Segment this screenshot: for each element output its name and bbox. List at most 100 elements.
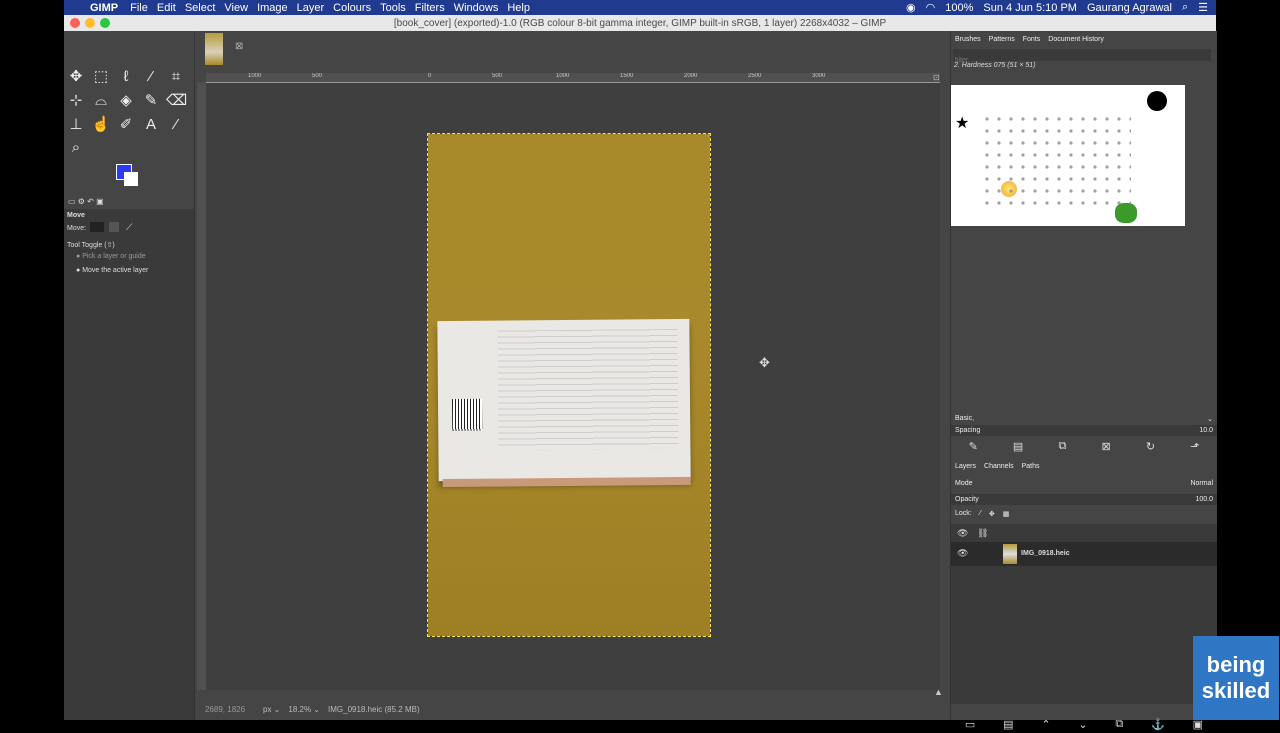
lock-pixels-icon[interactable]: ⁄ xyxy=(980,510,981,517)
menu-edit[interactable]: Edit xyxy=(157,2,185,14)
tab-paths[interactable]: Paths xyxy=(1022,463,1040,470)
duplicate-layer-icon[interactable]: ⧉ xyxy=(1115,718,1123,731)
brush-filter[interactable] xyxy=(953,49,1211,66)
new-layer-icon[interactable]: ▭ xyxy=(965,718,975,731)
menu-bar: GIMP File Edit Select View Image Layer C… xyxy=(64,0,1216,15)
duplicate-brush-icon[interactable]: ⧉ xyxy=(1058,440,1066,453)
lock-position-icon[interactable]: ✥ xyxy=(989,510,995,518)
menu-colours[interactable]: Colours xyxy=(333,2,380,14)
gimp-window: [book_cover] (exported)-1.0 (RGB colour … xyxy=(64,15,1217,731)
menu-tools[interactable]: Tools xyxy=(380,2,415,14)
menu-windows[interactable]: Windows xyxy=(454,2,508,14)
edit-brush-icon[interactable]: ✎ xyxy=(969,440,978,453)
bucket-fill-icon[interactable]: ◈ xyxy=(116,91,136,111)
canvas[interactable]: ✥ xyxy=(206,83,940,690)
paths-icon[interactable]: ✐ xyxy=(116,115,136,135)
record-icon[interactable]: ◉ xyxy=(906,1,916,14)
radio-pick-layer[interactable]: ● Pick a layer or guide xyxy=(76,253,146,260)
brush-swatches[interactable] xyxy=(981,113,1131,213)
tab-brushes[interactable]: Brushes xyxy=(955,36,981,43)
clone-icon[interactable]: ⊥ xyxy=(66,115,86,135)
fuzzy-select-icon[interactable]: ⁄ xyxy=(141,67,161,87)
menu-help[interactable]: Help xyxy=(507,2,539,14)
background-color[interactable] xyxy=(124,172,138,186)
new-brush-icon[interactable]: ▤ xyxy=(1013,440,1023,453)
layer-name[interactable]: IMG_0918.heic xyxy=(1021,550,1070,557)
navigate-icon[interactable]: ⊡ xyxy=(933,73,940,82)
image-layer-photo[interactable] xyxy=(427,133,711,637)
lock-row: Lock: ⁄ ✥ ▦ xyxy=(951,508,1217,519)
zoom-select[interactable]: 18.2% ⌄ xyxy=(288,705,320,714)
ruler-mark: 1500 xyxy=(620,73,634,79)
minimize-window-button[interactable] xyxy=(85,18,95,28)
tool-options-tabs[interactable]: ▭ ⚙ ↶ ▣ xyxy=(68,197,104,206)
lock-alpha-icon[interactable]: ▦ xyxy=(1003,510,1010,518)
warp-icon[interactable]: ⌓ xyxy=(91,91,111,111)
move-layer-mode-button[interactable] xyxy=(90,222,104,232)
smudge-icon[interactable]: ☝ xyxy=(91,115,111,135)
search-icon[interactable]: ⌕ xyxy=(1182,1,1188,14)
eraser-icon[interactable]: ⌫ xyxy=(166,91,187,111)
battery-label[interactable]: 100% xyxy=(945,2,973,14)
open-brush-icon[interactable]: ⬏ xyxy=(1190,440,1199,453)
tab-layers[interactable]: Layers xyxy=(955,463,976,470)
refresh-brushes-icon[interactable]: ↻ xyxy=(1146,440,1155,453)
datetime[interactable]: Sun 4 Jun 5:10 PM xyxy=(983,2,1077,14)
text-tool-icon[interactable]: A xyxy=(141,115,161,135)
move-tool-icon[interactable]: ✥ xyxy=(66,67,86,87)
wifi-icon[interactable]: ◠ xyxy=(926,1,936,14)
brush-grid[interactable]: ★ xyxy=(951,85,1185,226)
menu-filters[interactable]: Filters xyxy=(415,2,454,14)
new-group-icon[interactable]: ▤ xyxy=(1003,718,1013,731)
tab-patterns[interactable]: Patterns xyxy=(989,36,1015,43)
eye-header-icon: 👁 xyxy=(957,528,969,538)
lower-layer-icon[interactable]: ⌄ xyxy=(1078,718,1087,731)
move-selection-mode-button[interactable] xyxy=(109,222,119,232)
brush-hardness-icon[interactable] xyxy=(1147,91,1167,111)
close-window-button[interactable] xyxy=(70,18,80,28)
tab-fonts[interactable]: Fonts xyxy=(1023,36,1041,43)
rect-select-icon[interactable]: ⬚ xyxy=(91,67,111,87)
brush-preset-select[interactable]: Basic, ⌄ xyxy=(951,413,1217,424)
user-name[interactable]: Gaurang Agrawal xyxy=(1087,2,1172,14)
paintbrush-icon[interactable]: ✎ xyxy=(141,91,161,111)
opacity-slider[interactable]: Opacity 100.0 xyxy=(951,494,1217,505)
zoom-tool-icon[interactable]: ⌕ xyxy=(66,138,86,158)
layer-mode-row[interactable]: Mode Normal xyxy=(951,478,1217,489)
radio-pick-layer-label: Pick a layer or guide xyxy=(82,253,146,260)
radio-move-active[interactable]: ● Move the active layer xyxy=(76,267,148,274)
visibility-icon[interactable]: 👁 xyxy=(957,548,968,559)
zoom-window-button[interactable] xyxy=(100,18,110,28)
watermark-line1: being xyxy=(1206,652,1266,677)
menu-file[interactable]: File xyxy=(130,2,157,14)
color-picker-icon[interactable]: ⁄ xyxy=(166,115,186,135)
mode-value: Normal xyxy=(1190,480,1213,487)
delete-brush-icon[interactable]: ⊠ xyxy=(1101,440,1110,453)
menu-select[interactable]: Select xyxy=(185,2,225,14)
tab-document-history[interactable]: Document History xyxy=(1048,36,1104,43)
crop-icon[interactable]: ⌗ xyxy=(166,67,186,87)
raise-layer-icon[interactable]: ⌃ xyxy=(1041,718,1050,731)
move-path-mode-icon[interactable]: ⟋ xyxy=(126,222,132,233)
lasso-icon[interactable]: ℓ xyxy=(116,67,136,87)
menu-list-icon[interactable]: ☰ xyxy=(1198,1,1208,14)
transform-icon[interactable]: ⊹ xyxy=(66,91,86,111)
menu-image[interactable]: Image xyxy=(257,2,297,14)
tab-channels[interactable]: Channels xyxy=(984,463,1014,470)
star-brush-icon[interactable]: ★ xyxy=(955,113,969,133)
app-menu[interactable]: GIMP xyxy=(90,2,130,14)
move-cursor-icon: ✥ xyxy=(759,355,770,370)
radio-move-active-label: Move the active layer xyxy=(82,267,149,274)
horizontal-ruler[interactable]: 1000 500 0 500 1000 1500 2000 2500 3000 xyxy=(206,73,940,83)
close-image-icon[interactable]: ⊠ xyxy=(235,41,243,52)
menu-layer[interactable]: Layer xyxy=(297,2,334,14)
spacing-slider[interactable]: Spacing 10.0 xyxy=(951,425,1217,436)
menu-view[interactable]: View xyxy=(224,2,257,14)
unit-select[interactable]: px ⌄ xyxy=(263,705,280,714)
layer-row[interactable]: 👁 IMG_0918.heic xyxy=(951,542,1217,566)
toolbox: ✥ ⬚ ℓ ⁄ ⌗ ⊹ ⌓ ◈ ✎ ⌫ ⊥ ☝ ✐ A ⁄ ⌕ ▭ ⚙ ↶ ▣ … xyxy=(64,31,195,720)
anchor-layer-icon[interactable]: ⚓ xyxy=(1151,718,1165,731)
scroll-up-icon[interactable]: ▲ xyxy=(934,687,943,697)
chain-header-icon: ⛓ xyxy=(977,528,989,538)
image-thumbnail[interactable] xyxy=(205,33,223,65)
